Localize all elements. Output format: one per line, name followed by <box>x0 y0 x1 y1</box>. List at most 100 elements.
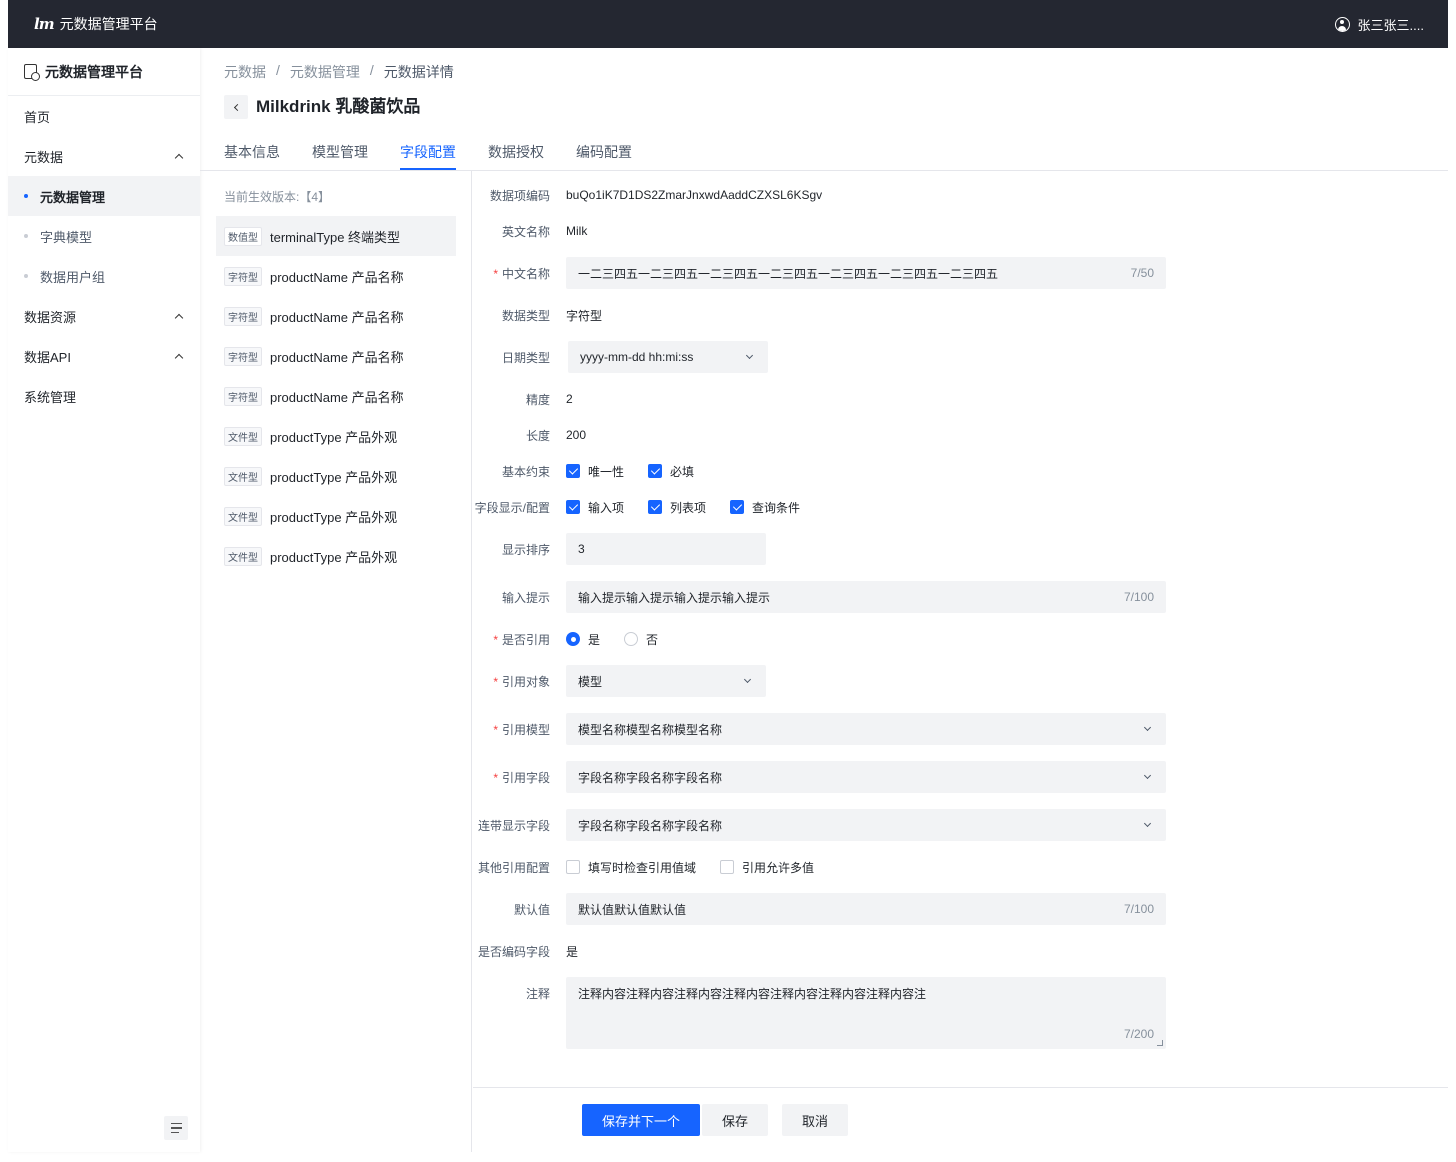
field-label: * 中文名称 <box>472 265 566 282</box>
cn-name-input[interactable]: 一二三四五一二三四五一二三四五一二三四五一二三四五一二三四五一二三四五 7/50 <box>566 257 1166 289</box>
resize-handle-icon[interactable] <box>1157 1040 1163 1046</box>
sidebar-item-label: 数据用户组 <box>40 269 106 285</box>
sidebar-item-system-management[interactable]: 系统管理 <box>8 376 200 416</box>
input-item-checkbox[interactable]: 输入项 <box>566 499 624 516</box>
menu-line <box>170 1123 182 1125</box>
form-row-date-type: 日期类型 yyyy-mm-dd hh:mi:ss <box>472 341 1448 373</box>
sidebar-item-data-user-group[interactable]: 数据用户组 <box>8 256 200 296</box>
remark-textarea[interactable]: 注释内容注释内容注释内容注释内容注释内容注释内容注释内容注 7/200 <box>566 977 1166 1049</box>
display-order-input[interactable]: 3 <box>566 533 766 565</box>
tab-code-config[interactable]: 编码配置 <box>576 136 632 170</box>
field-list-item[interactable]: 字符型 productName 产品名称 <box>216 376 456 416</box>
required-checkbox[interactable]: 必填 <box>648 463 694 480</box>
sidebar-item-home[interactable]: 首页 <box>8 96 200 136</box>
is-ref-yes-radio[interactable]: 是 <box>566 631 600 648</box>
checkbox-unchecked[interactable] <box>566 860 580 874</box>
chevron-up-icon <box>174 313 184 322</box>
checkbox-checked[interactable] <box>730 500 745 514</box>
top-bar: lm 元数据管理平台 张三张三.... <box>8 0 1448 48</box>
sidebar-item-metadata[interactable]: 元数据 <box>8 136 200 176</box>
sidebar-item-metadata-management[interactable]: 元数据管理 <box>8 176 200 216</box>
checkbox-checked[interactable] <box>566 500 580 514</box>
ref-target-select[interactable]: 模型 <box>566 665 766 697</box>
ref-field-select[interactable]: 字段名称字段名称字段名称 <box>566 761 1166 793</box>
form-row-default: 默认值 默认值默认值默认值 7/100 <box>472 893 1448 925</box>
input-hint-input[interactable]: 输入提示输入提示输入提示输入提示 7/100 <box>566 581 1166 613</box>
check-ref-domain-checkbox[interactable]: 填写时检查引用值域 <box>566 859 696 876</box>
user-menu[interactable]: 张三张三.... <box>1334 0 1424 48</box>
default-value-input[interactable]: 默认值默认值默认值 7/100 <box>566 893 1166 925</box>
field-label: 英文名称 <box>501 224 550 239</box>
field-name: productName 产品名称 <box>270 349 404 365</box>
brand-logo: lm <box>34 15 55 33</box>
tab-field-config[interactable]: 字段配置 <box>400 136 456 170</box>
sidebar-item-data-api[interactable]: 数据API <box>8 336 200 376</box>
menu-line <box>170 1131 179 1133</box>
breadcrumb-item[interactable]: 元数据 <box>224 62 266 82</box>
page-title: Milkdrink 乳酸菌饮品 <box>256 97 421 116</box>
field-list-item[interactable]: 数值型 terminalType 终端类型 <box>216 216 456 256</box>
ref-target-value: 模型 <box>578 674 603 689</box>
list-item-checkbox[interactable]: 列表项 <box>648 499 706 516</box>
checkbox-checked[interactable] <box>648 500 663 514</box>
radio-unselected[interactable] <box>624 632 639 646</box>
brand[interactable]: lm 元数据管理平台 <box>34 0 158 48</box>
unique-checkbox[interactable]: 唯一性 <box>566 463 624 480</box>
field-list-item[interactable]: 文件型 productType 产品外观 <box>216 416 456 456</box>
option-label: 列表项 <box>670 500 707 515</box>
field-type-tag: 文件型 <box>224 546 262 566</box>
sidebar-collapse-button[interactable] <box>164 1116 188 1140</box>
field-label: 日期类型 <box>501 350 550 365</box>
cancel-button[interactable]: 取消 <box>782 1104 849 1136</box>
field-list-item[interactable]: 文件型 productType 产品外观 <box>216 536 456 576</box>
ref-model-select[interactable]: 模型名称模型名称模型名称 <box>566 713 1166 745</box>
char-count: 7/200 <box>1123 1027 1154 1041</box>
date-type-select[interactable]: yyyy-mm-dd hh:mi:ss <box>568 341 768 373</box>
required-mark: * <box>493 770 498 785</box>
sidebar-item-data-resources[interactable]: 数据资源 <box>8 296 200 336</box>
user-name: 张三张三.... <box>1357 17 1424 33</box>
document-settings-icon <box>24 64 40 81</box>
en-name-value: Milk <box>566 224 588 238</box>
sidebar-item-dictionary-model[interactable]: 字典模型 <box>8 216 200 256</box>
option-label: 引用允许多值 <box>742 860 815 875</box>
sidebar-item-label: 系统管理 <box>24 389 77 405</box>
query-condition-checkbox[interactable]: 查询条件 <box>730 499 800 516</box>
save-button[interactable]: 保存 <box>702 1104 769 1136</box>
form-row-ref-field: * 引用字段 字段名称字段名称字段名称 <box>472 761 1448 793</box>
tab-data-authorization[interactable]: 数据授权 <box>488 136 544 170</box>
form-row-ref-target: * 引用对象 模型 <box>472 665 1448 697</box>
ref-field-value: 字段名称字段名称字段名称 <box>578 770 723 785</box>
back-button[interactable] <box>224 95 248 119</box>
checkbox-checked[interactable] <box>648 464 663 478</box>
field-list-item[interactable]: 字符型 productName 产品名称 <box>216 336 456 376</box>
checkbox-checked[interactable] <box>566 464 580 478</box>
save-and-next-button[interactable]: 保存并下一个 <box>582 1104 701 1136</box>
precision-value: 2 <box>566 392 573 406</box>
field-list-item[interactable]: 字符型 productName 产品名称 <box>216 256 456 296</box>
allow-multiple-checkbox[interactable]: 引用允许多值 <box>720 859 814 876</box>
required-mark: * <box>493 722 498 737</box>
field-label: 长度 <box>525 428 550 443</box>
field-list-item[interactable]: 字符型 productName 产品名称 <box>216 296 456 336</box>
form-row-length: 长度 200 <box>472 425 1448 445</box>
field-list-item[interactable]: 文件型 productType 产品外观 <box>216 456 456 496</box>
radio-selected[interactable] <box>566 632 580 646</box>
field-type-tag: 字符型 <box>224 386 262 406</box>
is-ref-no-radio[interactable]: 否 <box>624 631 658 648</box>
label-text: 是否引用 <box>501 632 550 647</box>
breadcrumb-item[interactable]: 元数据管理 <box>290 62 360 82</box>
form-row-data-type: 数据类型 字符型 <box>472 305 1448 325</box>
form-row-hint: 输入提示 输入提示输入提示输入提示输入提示 7/100 <box>472 581 1448 613</box>
field-list-item[interactable]: 文件型 productType 产品外观 <box>216 496 456 536</box>
tab-basic-info[interactable]: 基本信息 <box>224 136 280 170</box>
checkbox-unchecked[interactable] <box>720 860 735 874</box>
field-name: productType 产品外观 <box>270 509 398 525</box>
field-label: 数据类型 <box>501 308 550 323</box>
current-version: 当前生效版本:【4】 <box>224 190 331 204</box>
linked-field-select[interactable]: 字段名称字段名称字段名称 <box>566 809 1166 841</box>
form-row-constraint: 基本约束 唯一性 必填 <box>472 461 1448 481</box>
tab-model-management[interactable]: 模型管理 <box>312 136 368 170</box>
chevron-left-icon <box>233 103 241 111</box>
field-type-tag: 字符型 <box>224 306 262 326</box>
